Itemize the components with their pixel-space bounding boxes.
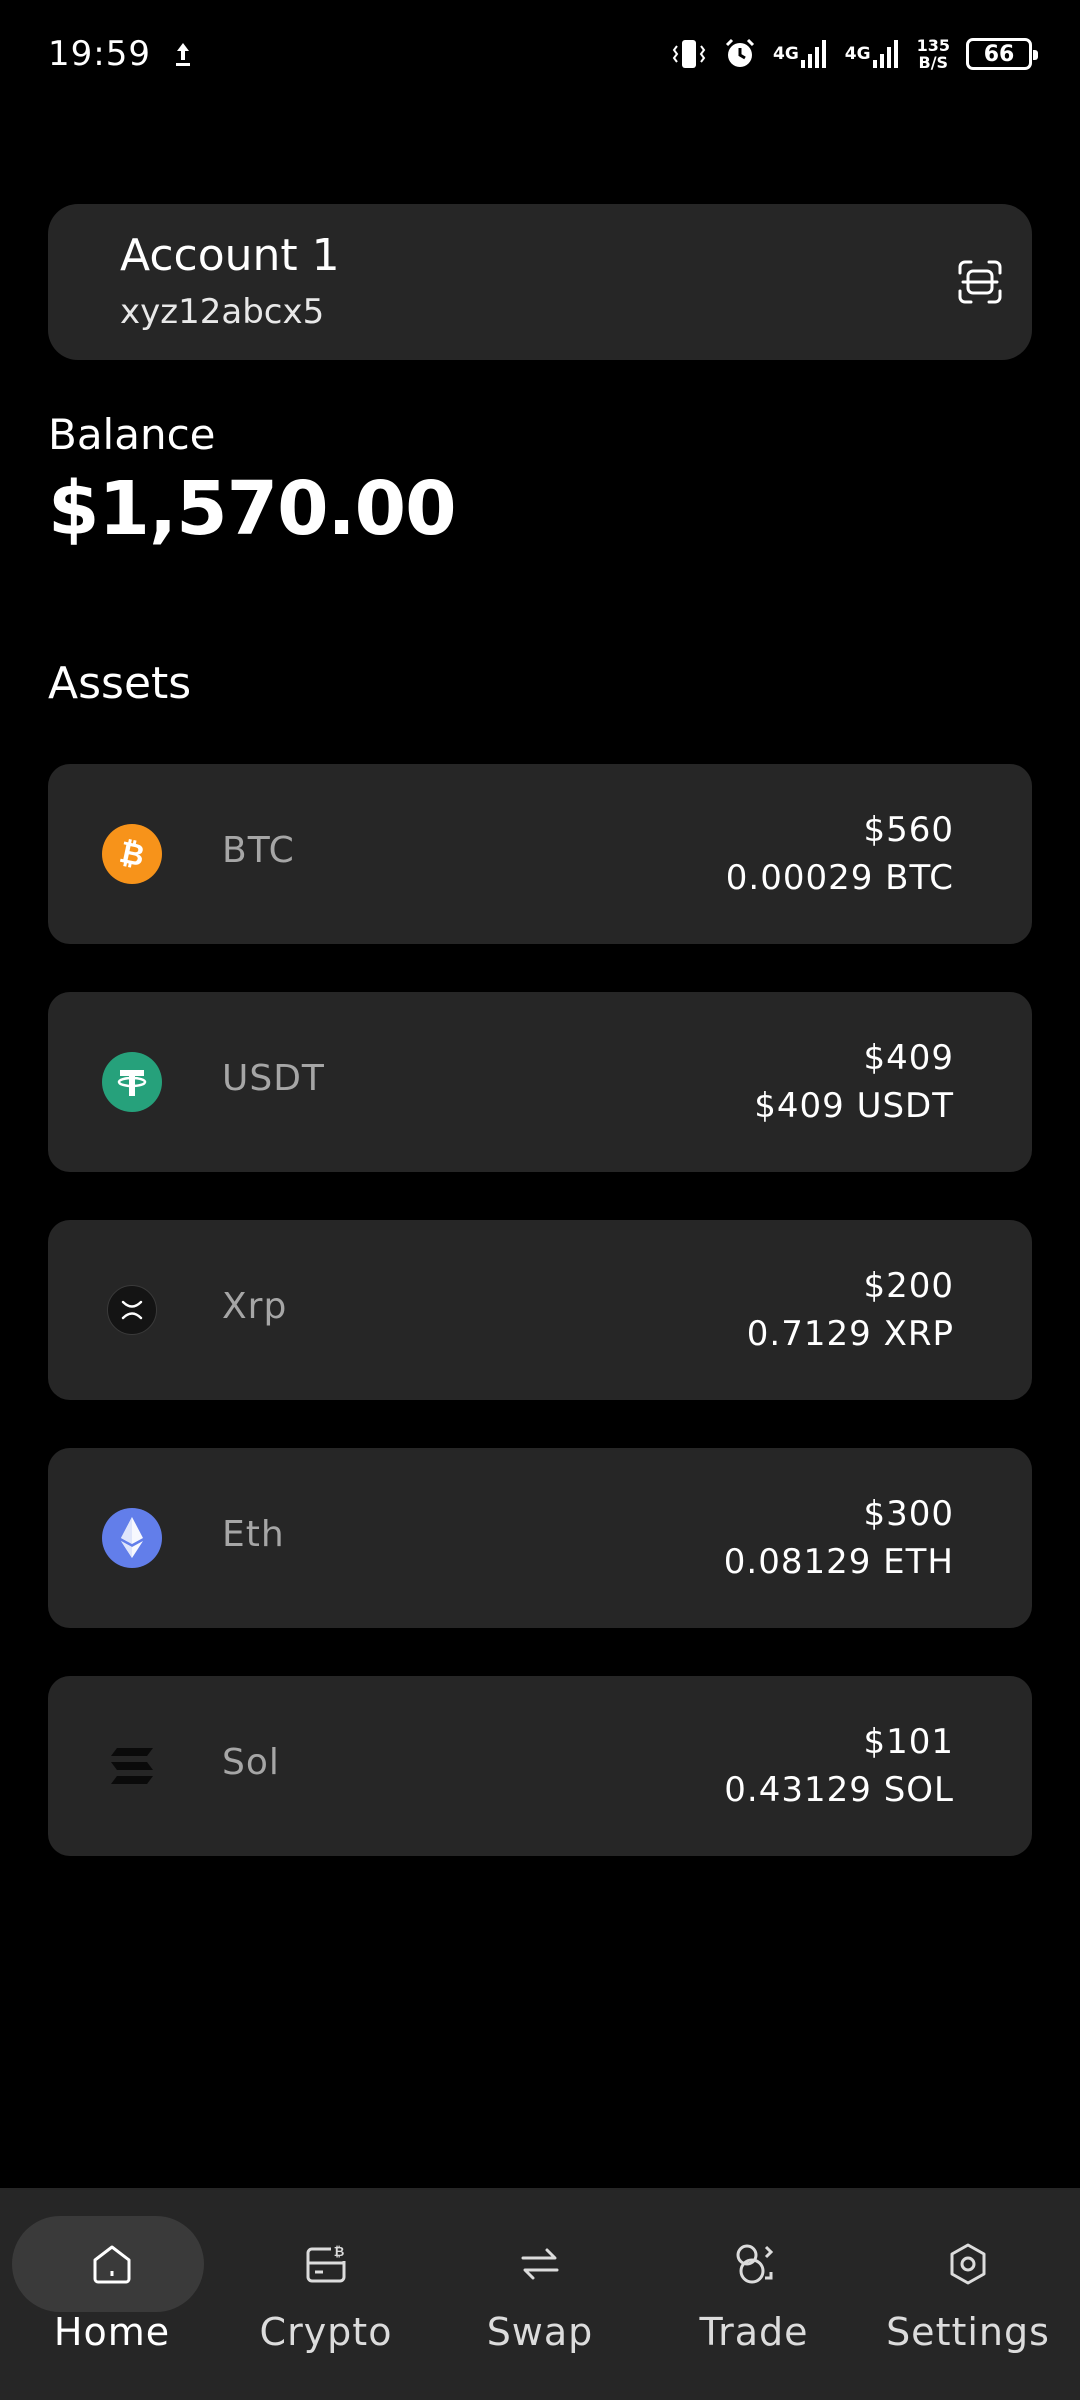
asset-usd-value: $200 — [863, 1266, 954, 1306]
asset-amount: $409 USDT — [754, 1086, 954, 1126]
asset-item-usdt[interactable]: USDT $409 $409 USDT — [48, 992, 1032, 1172]
network-speed: 135 B/S — [917, 37, 950, 71]
asset-name: Xrp — [222, 1286, 288, 1327]
asset-item-sol[interactable]: Sol $101 0.43129 SOL — [48, 1676, 1032, 1856]
swap-icon — [516, 2240, 564, 2288]
assets-title: Assets — [48, 658, 192, 709]
asset-values: $200 0.7129 XRP — [747, 1262, 954, 1358]
nav-label: Settings — [886, 2310, 1050, 2354]
network-type-label: 4G — [773, 43, 799, 64]
solana-icon — [102, 1736, 162, 1796]
xrp-icon — [107, 1285, 157, 1335]
signal-icon: 4G — [773, 38, 829, 70]
battery-icon: 66 — [966, 38, 1038, 70]
settings-icon — [944, 2240, 992, 2288]
speed-unit: B/S — [918, 53, 949, 72]
asset-usd-value: $101 — [863, 1722, 954, 1762]
nav-settings[interactable]: Settings — [862, 2188, 1074, 2400]
asset-usd-value: $560 — [863, 810, 954, 850]
nav-crypto[interactable]: ₿ Crypto — [220, 2188, 432, 2400]
bottom-nav: Home ₿ Crypto Swap Trade Settings — [0, 2188, 1080, 2400]
wallet-icon: ₿ — [302, 2240, 350, 2288]
status-bar: 19:59 4G 4G 135 B/S 66 — [0, 0, 1080, 108]
nav-label: Crypto — [259, 2310, 393, 2354]
balance-label: Balance — [48, 410, 216, 459]
battery-level: 66 — [983, 41, 1015, 67]
asset-name: Eth — [222, 1514, 285, 1555]
asset-list: ₿ BTC $560 0.00029 BTC USDT $409 $409 US… — [48, 764, 1032, 1904]
tether-icon — [102, 1052, 162, 1112]
signal-icon: 4G — [845, 38, 901, 70]
asset-name: BTC — [222, 830, 295, 871]
trade-icon — [730, 2240, 778, 2288]
upload-icon — [173, 40, 193, 68]
balance-value: $1,570.00 — [48, 466, 457, 552]
asset-amount: 0.00029 BTC — [725, 858, 954, 898]
network-type-label: 4G — [844, 43, 871, 64]
home-icon — [88, 2240, 136, 2288]
nav-label: Home — [53, 2310, 171, 2354]
asset-values: $300 0.08129 ETH — [724, 1490, 954, 1586]
asset-values: $409 $409 USDT — [754, 1034, 954, 1130]
scan-icon — [957, 259, 1003, 309]
speed-value: 135 — [916, 36, 950, 55]
alarm-icon — [723, 37, 757, 71]
asset-values: $560 0.00029 BTC — [726, 806, 954, 902]
nav-label: Trade — [699, 2310, 809, 2354]
account-name: Account 1 — [120, 230, 340, 281]
status-left: 19:59 — [48, 34, 193, 74]
svg-text:₿: ₿ — [116, 835, 147, 874]
bitcoin-icon: ₿ — [102, 824, 162, 884]
asset-usd-value: $409 — [863, 1038, 954, 1078]
asset-name: USDT — [222, 1058, 325, 1099]
wallet-home-screen: 19:59 4G 4G 135 B/S 66 Account 1 xyz12ab… — [0, 0, 1080, 2400]
asset-name: Sol — [222, 1742, 280, 1783]
account-address: xyz12abcx5 — [120, 292, 325, 332]
status-right: 4G 4G 135 B/S 66 — [671, 37, 1038, 71]
asset-item-eth[interactable]: Eth $300 0.08129 ETH — [48, 1448, 1032, 1628]
asset-values: $101 0.43129 SOL — [724, 1718, 954, 1814]
vibrate-icon — [671, 37, 707, 71]
asset-amount: 0.43129 SOL — [724, 1770, 954, 1810]
nav-swap[interactable]: Swap — [434, 2188, 646, 2400]
nav-home[interactable]: Home — [6, 2188, 218, 2400]
asset-item-btc[interactable]: ₿ BTC $560 0.00029 BTC — [48, 764, 1032, 944]
nav-label: Swap — [486, 2310, 594, 2354]
asset-amount: 0.7129 XRP — [746, 1314, 954, 1354]
asset-usd-value: $300 — [863, 1494, 954, 1534]
asset-item-xrp[interactable]: Xrp $200 0.7129 XRP — [48, 1220, 1032, 1400]
scan-button[interactable] — [950, 254, 1010, 314]
status-time: 19:59 — [48, 34, 151, 74]
account-card[interactable]: Account 1 xyz12abcx5 — [48, 204, 1032, 360]
ethereum-icon — [102, 1508, 162, 1568]
svg-text:₿: ₿ — [334, 2245, 345, 2260]
asset-amount: 0.08129 ETH — [723, 1542, 954, 1582]
nav-trade[interactable]: Trade — [648, 2188, 860, 2400]
